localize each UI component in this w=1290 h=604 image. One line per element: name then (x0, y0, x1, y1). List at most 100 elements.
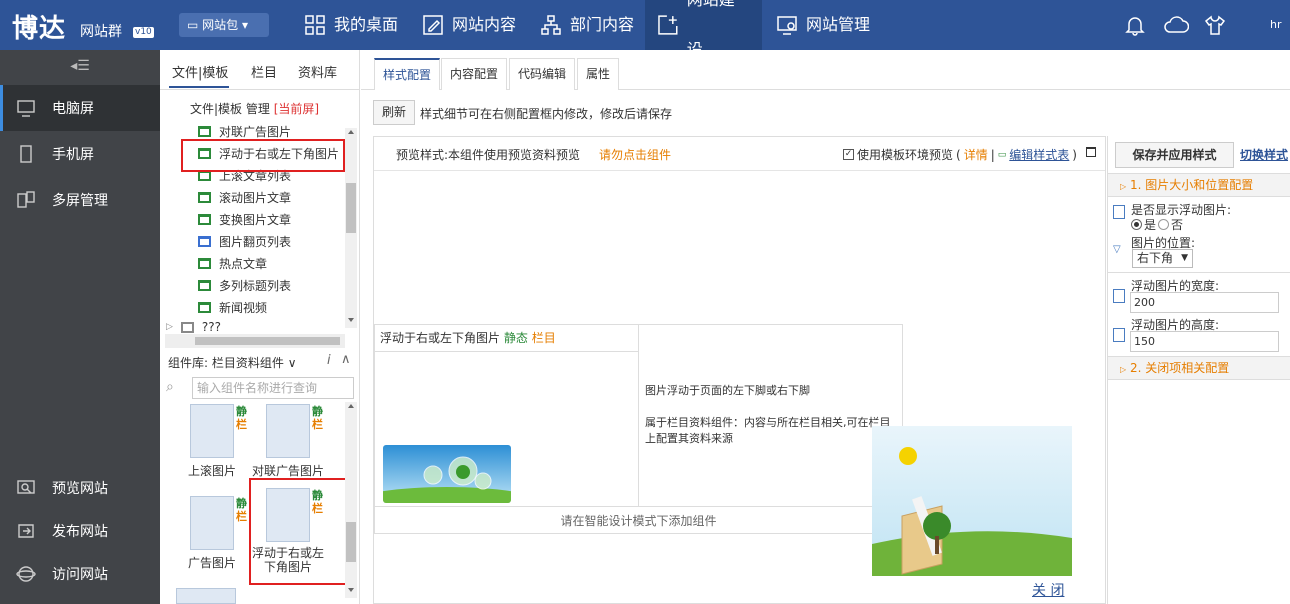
section-title: 2. 关闭项相关配置 (1129, 361, 1230, 375)
component-tile-partial[interactable] (176, 588, 236, 604)
radio-yes-icon[interactable] (1131, 219, 1142, 230)
tab-properties[interactable]: 属性 (577, 58, 620, 90)
tree-item[interactable]: 滚动图片文章 (198, 186, 291, 208)
template-icon (198, 125, 211, 137)
desktop-icon (17, 100, 35, 117)
maximize-icon[interactable] (1086, 147, 1096, 157)
height-input[interactable]: 150 (1130, 331, 1279, 352)
tree-item[interactable]: 变换图片文章 (198, 208, 291, 230)
card-footer: 请在智能设计模式下添加组件 (374, 506, 903, 534)
refresh-note: 样式细节可在右侧配置框内修改，修改后请保存 (420, 107, 673, 121)
chevron-up-icon[interactable]: ∧ (341, 352, 351, 367)
component-tile[interactable]: 静栏 广告图片 (176, 496, 248, 571)
doc-icon (1113, 328, 1125, 342)
component-tile[interactable]: 静栏 上滚图片 (176, 404, 248, 479)
multiscreen-icon (17, 191, 35, 208)
use-template-checkbox[interactable]: ✓ 使用模板环境预览 (详情 | ▭ 编辑样式表) (843, 146, 1077, 163)
switch-style-link[interactable]: 切换样式 (1240, 146, 1288, 163)
chevron-down-icon: ∨ (287, 356, 297, 370)
preview-icon (17, 480, 35, 494)
nav-desktop[interactable]: 我的桌面 (292, 0, 410, 50)
template-icon (198, 191, 211, 203)
tree-item-label: 滚动图片文章 (219, 190, 292, 205)
info-icon[interactable]: i (327, 353, 331, 368)
tree-item-label: 图片翻页列表 (219, 234, 292, 249)
component-thumbnail: 静栏 (190, 496, 247, 550)
tree-scrollbar[interactable] (345, 128, 357, 328)
tree-item[interactable]: 热点文章 (198, 252, 267, 274)
tree-item[interactable]: 多列标题列表 (198, 274, 291, 296)
highlight-box (249, 478, 348, 585)
collapse-menu-icon[interactable]: ◂☰ (0, 52, 160, 80)
cloud-icon[interactable] (1163, 14, 1189, 36)
width-input[interactable]: 200 (1130, 292, 1279, 313)
floating-image (872, 426, 1072, 576)
show-float-radio-group: 是 否 (1131, 216, 1183, 233)
logo: 博达 (12, 14, 67, 44)
tree-item[interactable]: 图片翻页列表 (198, 230, 291, 252)
search-icon: ⌕ (166, 379, 174, 395)
user-name[interactable]: hr (1270, 18, 1282, 31)
config-section-close[interactable]: ▷ 2. 关闭项相关配置 (1108, 356, 1290, 380)
monitor-icon: ▭ (187, 18, 199, 32)
component-label: 广告图片 (187, 556, 236, 570)
config-section-size-position[interactable]: ▷ 1. 图片大小和位置配置 (1108, 173, 1290, 197)
bell-icon[interactable] (1124, 14, 1146, 36)
tree-horizontal-scrollbar[interactable] (165, 334, 345, 348)
component-thumbnail: 静栏 (190, 404, 247, 458)
tab-file-template[interactable]: 文件|模板 (172, 62, 228, 81)
nav-dept-content[interactable]: 部门内容 (528, 0, 646, 50)
component-search-input[interactable]: 输入组件名称进行查询 (192, 377, 354, 399)
component-tile[interactable]: 静栏 对联广告图片 (252, 404, 324, 479)
tree-item[interactable]: 新闻视频 (198, 296, 267, 318)
nav-site-manage[interactable]: 网站管理 (764, 0, 882, 50)
shirt-icon[interactable] (1204, 14, 1226, 36)
tab-library[interactable]: 资料库 (298, 62, 337, 81)
close-link[interactable]: 关 闭 (1032, 580, 1064, 600)
edit-style-link[interactable]: 编辑样式表 (1009, 146, 1069, 163)
tab-content-config[interactable]: 内容配置 (441, 58, 508, 90)
tree-item-label: 对联广告图片 (219, 124, 292, 139)
detail-link[interactable]: 详情 (964, 146, 988, 163)
description-line: 属于栏目资料组件：内容与所在栏目相关,可在栏目上配置其资料来源 (645, 416, 891, 445)
tree-item-label: 新闻视频 (219, 300, 268, 315)
tab-column[interactable]: 栏目 (251, 62, 277, 81)
component-library-header[interactable]: 组件库: 栏目资料组件 ∨ (168, 354, 296, 371)
sidebar-item-label: 多屏管理 (52, 193, 108, 209)
component-library-label: 组件库: 栏目资料组件 (168, 356, 284, 370)
refresh-button[interactable]: 刷新 (373, 100, 416, 125)
component-card-title: 浮动于右或左下角图片 静态 栏目 (374, 324, 639, 352)
component-thumbnail: 静栏 (266, 404, 323, 458)
tab-code-edit[interactable]: 代码编辑 (509, 58, 576, 90)
nav-site-build[interactable]: 网站建设 (645, 0, 762, 59)
radio-no-icon[interactable] (1158, 219, 1170, 230)
component-sample-image (383, 445, 511, 503)
position-select-value: 右下角 (1137, 251, 1174, 265)
section-collapse-icon: ▷ (1120, 365, 1127, 374)
sidebar-item-multiscreen[interactable]: 多屏管理 (0, 177, 160, 223)
sidebar-item-mobile[interactable]: 手机屏 (0, 131, 160, 177)
save-apply-style-button[interactable]: 保存并应用样式 (1115, 142, 1234, 168)
sidebar-item-visit[interactable]: 访问网站 (0, 551, 160, 597)
site-package-dropdown[interactable]: ▭ 网站包 ▾ (179, 13, 269, 37)
library-scrollbar[interactable] (345, 402, 357, 598)
tree-item-label: ??? (201, 320, 222, 334)
position-select[interactable]: 右下角 ▼ (1132, 249, 1193, 268)
highlight-box (181, 139, 345, 172)
css-icon: ▭ (997, 149, 1007, 160)
sidebar-item-desktop[interactable]: 电脑屏 (0, 85, 160, 131)
sidebar-item-preview[interactable]: 预览网站 (0, 465, 160, 511)
tree-header-label: 文件|模板 管理 (190, 102, 270, 116)
tag-static: 静态 (503, 331, 528, 345)
active-tab-indicator (169, 86, 229, 88)
tab-style-config[interactable]: 样式配置 (374, 58, 441, 90)
nav-site-content[interactable]: 网站内容 (410, 0, 528, 50)
tree-item-label: 热点文章 (219, 256, 268, 271)
template-icon (198, 301, 211, 313)
section-title: 1. 图片大小和位置配置 (1129, 178, 1254, 192)
component-label: 上滚图片 (187, 464, 236, 478)
component-description: 图片浮动于页面的左下脚或右下脚 属于栏目资料组件：内容与所在栏目相关,可在栏目上… (645, 383, 897, 447)
publish-icon (18, 524, 34, 538)
build-icon (658, 15, 678, 35)
sidebar-item-publish[interactable]: 发布网站 (0, 508, 160, 554)
